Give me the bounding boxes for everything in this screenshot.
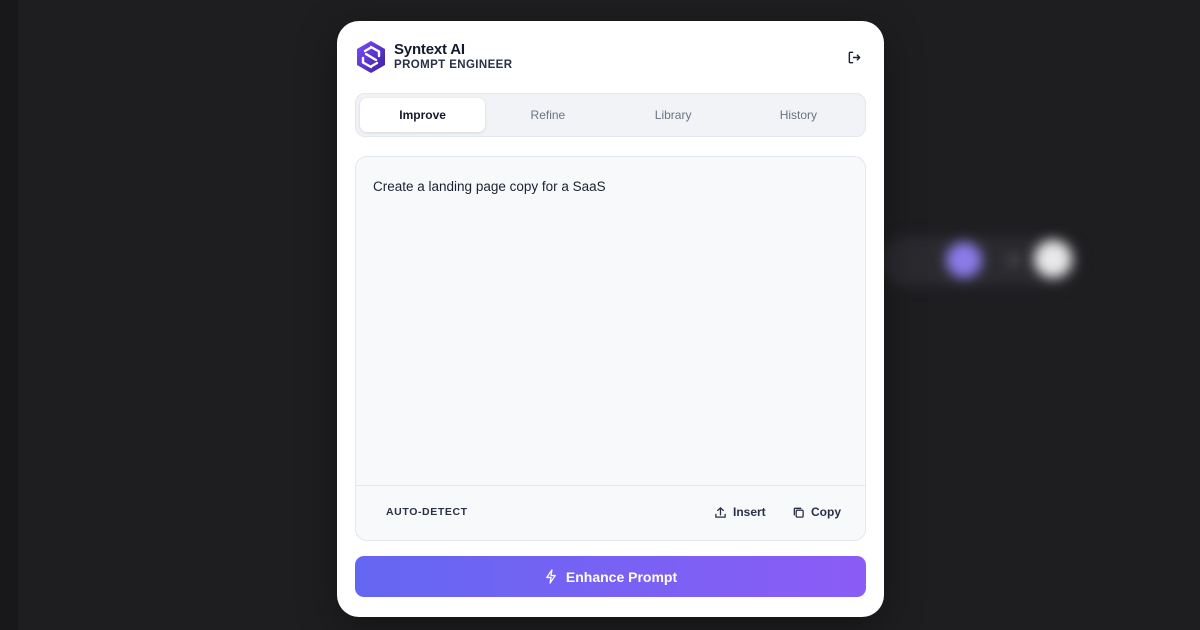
enhance-prompt-button[interactable]: Enhance Prompt	[355, 556, 866, 597]
copy-icon	[793, 507, 804, 518]
prompt-input[interactable]: Create a landing page copy for a SaaS	[373, 179, 606, 194]
background-edge	[0, 0, 18, 630]
bolt-icon	[546, 569, 556, 584]
enhance-label: Enhance Prompt	[565, 568, 678, 585]
tab-library[interactable]: Library	[611, 98, 736, 132]
insert-button[interactable]: Insert	[714, 502, 766, 522]
prompt-engineer-panel: Syntext AI PROMPT ENGINEER Improve Refin…	[337, 21, 884, 617]
prompt-editor[interactable]: Create a landing page copy for a SaaS AU…	[355, 156, 866, 541]
logout-icon	[848, 51, 860, 63]
tab-improve[interactable]: Improve	[360, 98, 486, 132]
mode-selector[interactable]: AUTO-DETECT	[386, 506, 468, 518]
logo-icon	[355, 40, 387, 74]
upload-icon	[715, 506, 726, 518]
logout-button[interactable]	[843, 46, 865, 68]
blurred-avatar	[946, 242, 982, 278]
blurred-dot	[1008, 254, 1020, 266]
copy-label: Copy	[811, 505, 841, 519]
brand-subtitle: PROMPT ENGINEER	[394, 59, 513, 71]
editor-footer: AUTO-DETECT Insert Copy	[356, 485, 865, 540]
tab-refine[interactable]: Refine	[485, 98, 610, 132]
blurred-circle	[1034, 240, 1072, 278]
tab-history[interactable]: History	[736, 98, 861, 132]
copy-button[interactable]: Copy	[792, 502, 841, 522]
brand-title: Syntext AI	[394, 41, 465, 58]
blurred-background-widget	[880, 228, 1090, 294]
panel-header: Syntext AI PROMPT ENGINEER	[355, 40, 865, 74]
tab-bar: Improve Refine Library History	[355, 93, 866, 137]
insert-label: Insert	[733, 505, 766, 519]
